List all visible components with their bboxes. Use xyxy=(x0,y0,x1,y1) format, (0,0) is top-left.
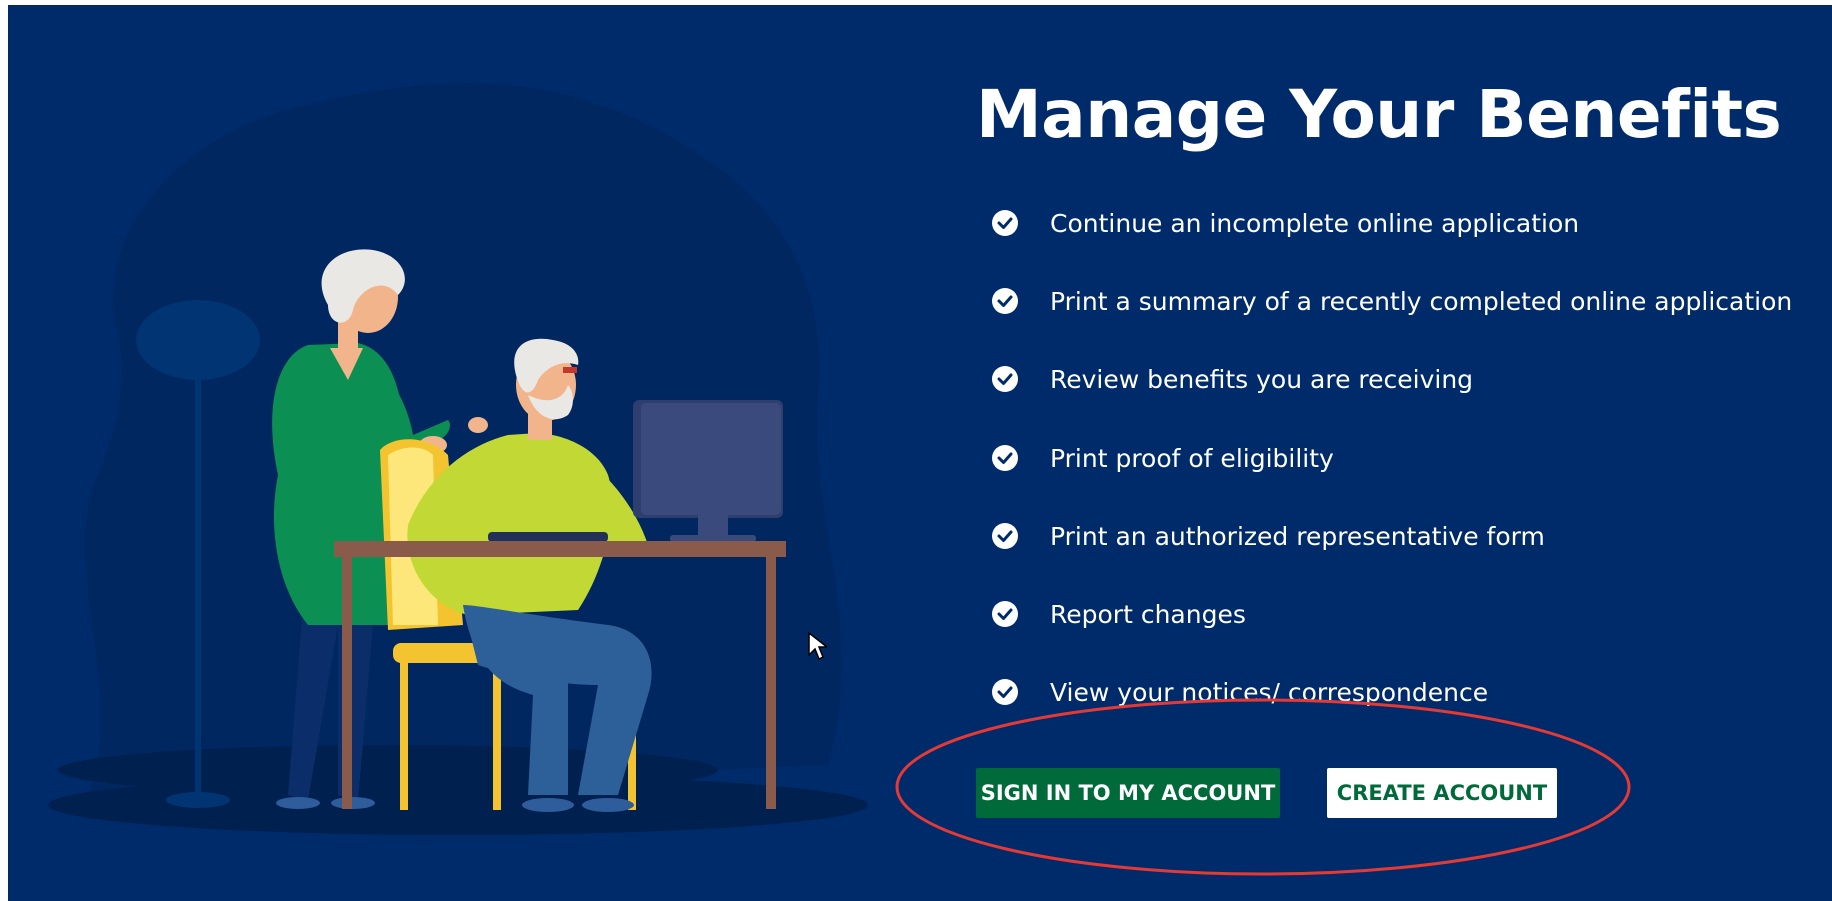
check-circle-icon xyxy=(992,679,1018,705)
benefits-hero: Manage Your Benefits Continue an incompl… xyxy=(8,5,1832,901)
create-account-button[interactable]: CREATE ACCOUNT xyxy=(1327,768,1557,818)
feature-item: View your notices/ correspondence xyxy=(991,672,1831,712)
page-title: Manage Your Benefits xyxy=(976,76,1782,153)
feature-label: View your notices/ correspondence xyxy=(1050,677,1489,707)
sign-in-button[interactable]: SIGN IN TO MY ACCOUNT xyxy=(976,768,1280,818)
check-circle-icon xyxy=(992,288,1018,314)
feature-item: Continue an incomplete online applicatio… xyxy=(991,203,1831,243)
check-circle-icon xyxy=(992,523,1018,549)
check-circle-icon xyxy=(992,366,1018,392)
check-circle-icon xyxy=(992,601,1018,627)
feature-item: Review benefits you are receiving xyxy=(991,359,1831,399)
feature-label: Report changes xyxy=(1050,599,1246,629)
feature-item: Report changes xyxy=(991,594,1831,634)
feature-label: Print proof of eligibility xyxy=(1050,443,1334,473)
seniors-at-computer-illustration xyxy=(48,83,868,835)
feature-item: Print a summary of a recently completed … xyxy=(991,281,1831,321)
feature-item: Print an authorized representative form xyxy=(991,516,1831,556)
mouse-cursor-icon xyxy=(808,631,827,661)
feature-label: Print an authorized representative form xyxy=(1050,521,1545,551)
feature-label: Continue an incomplete online applicatio… xyxy=(1050,208,1580,238)
feature-label: Print a summary of a recently completed … xyxy=(1050,286,1793,316)
feature-item: Print proof of eligibility xyxy=(991,438,1831,478)
check-circle-icon xyxy=(992,445,1018,471)
benefits-content: Manage Your Benefits xyxy=(976,75,1826,154)
check-circle-icon xyxy=(992,210,1018,236)
feature-label: Review benefits you are receiving xyxy=(1050,364,1474,394)
